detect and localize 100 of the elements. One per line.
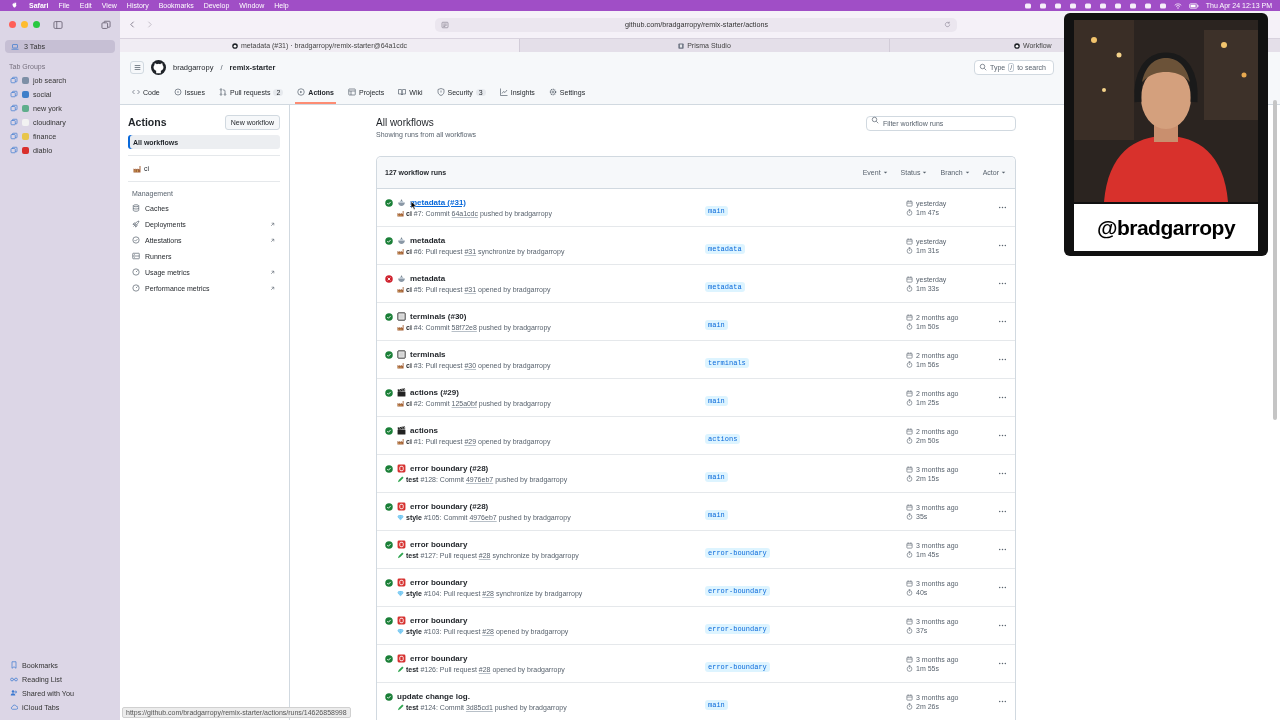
- calendar-icon: [906, 351, 913, 359]
- factory-icon: [397, 362, 404, 369]
- stopwatch-icon: [906, 664, 913, 672]
- terminal-icon: [397, 312, 406, 321]
- check-circle-icon: [132, 236, 140, 244]
- caret-icon: [1000, 169, 1007, 176]
- wifi-icon: [1173, 1, 1182, 10]
- clapperboard-icon: [397, 388, 406, 397]
- run-title-link[interactable]: error boundary: [410, 578, 468, 587]
- run-title-link[interactable]: error boundary: [410, 616, 468, 625]
- terminal-icon: [397, 350, 406, 359]
- success-icon: [385, 502, 393, 511]
- stopwatch-icon: [906, 322, 913, 330]
- gem-icon: [397, 514, 404, 521]
- run-title-link[interactable]: error boundary: [410, 654, 468, 663]
- tab-group-icon[interactable]: [10, 104, 18, 112]
- teapot-icon: [397, 198, 406, 207]
- tab-group-icon[interactable]: [10, 146, 18, 154]
- database-icon: [132, 204, 140, 212]
- factory-icon: [397, 324, 404, 331]
- stopwatch-icon: [906, 208, 913, 216]
- logo-icon[interactable]: [151, 59, 166, 75]
- factory-icon: [397, 438, 404, 445]
- page-title: All workflows: [376, 117, 435, 128]
- run-title-link[interactable]: update change log.: [397, 692, 470, 701]
- favicon-icon: [231, 42, 238, 49]
- factory-icon: [397, 286, 404, 293]
- sidebar-title: Actions: [128, 116, 167, 128]
- gauge-icon: [132, 284, 140, 292]
- factory-icon: [397, 210, 404, 217]
- factory-icon: [397, 400, 404, 407]
- pencil-icon: [397, 704, 404, 711]
- stopwatch-icon: [906, 474, 913, 482]
- success-icon: [385, 350, 393, 359]
- pencil-icon: [397, 476, 404, 483]
- back-button[interactable]: [128, 20, 137, 29]
- pencil-icon: [397, 666, 404, 673]
- tab-group-icon[interactable]: [10, 76, 18, 84]
- stopwatch-icon: [906, 284, 913, 292]
- success-icon: [385, 198, 393, 207]
- calendar-icon: [906, 237, 913, 245]
- calendar-icon: [906, 199, 913, 207]
- stopwatch-icon: [906, 702, 913, 710]
- run-title-link[interactable]: error boundary (#28): [410, 502, 489, 511]
- stopwatch-icon: [906, 398, 913, 406]
- stopwatch-icon: [906, 246, 913, 254]
- square-emoji-icon: [397, 464, 406, 473]
- run-title-link[interactable]: error boundary: [410, 540, 468, 549]
- battery-icon: [1188, 0, 1199, 11]
- book-icon: [398, 88, 407, 96]
- channel-handle: @bradgarropy: [1074, 204, 1258, 251]
- square-emoji-icon: [397, 540, 406, 549]
- square-emoji-icon: [397, 502, 406, 511]
- calendar-icon: [906, 427, 913, 435]
- people-icon: [10, 689, 18, 697]
- success-icon: [385, 616, 393, 625]
- success-icon: [385, 464, 393, 473]
- graph-icon: [499, 88, 508, 96]
- favicon-icon: [1014, 42, 1020, 49]
- tab-group-icon[interactable]: [10, 118, 18, 126]
- server-icon: [132, 252, 140, 260]
- square-emoji-icon: [397, 578, 406, 587]
- search-icon: [979, 63, 987, 71]
- factory-icon: [133, 164, 141, 173]
- success-icon: [385, 540, 393, 549]
- calendar-icon: [906, 541, 913, 549]
- run-title-link[interactable]: terminals: [410, 350, 446, 359]
- calendar-icon: [906, 275, 913, 283]
- run-title-link[interactable]: terminals (#30): [410, 312, 467, 321]
- run-title-link[interactable]: actions (#29): [410, 388, 459, 397]
- success-icon: [385, 654, 393, 663]
- pull-request-icon: [218, 88, 227, 96]
- issue-icon: [173, 88, 182, 96]
- run-title-link[interactable]: metadata: [410, 274, 446, 283]
- square-emoji-icon: [397, 616, 406, 625]
- success-icon: [385, 692, 393, 701]
- success-icon: [385, 426, 393, 435]
- cloud-icon: [10, 703, 18, 711]
- stopwatch-icon: [906, 436, 913, 444]
- menu-button[interactable]: [130, 60, 144, 74]
- logo-icon: [10, 1, 19, 10]
- run-title-link[interactable]: metadata: [410, 236, 446, 245]
- calendar-icon: [906, 655, 913, 663]
- stopwatch-icon: [906, 588, 913, 596]
- run-title-link[interactable]: error boundary (#28): [410, 464, 489, 473]
- glasses-icon: [10, 675, 18, 683]
- close-button[interactable]: [9, 21, 16, 28]
- run-title-link[interactable]: metadata (#31): [410, 198, 467, 207]
- laptop-icon: [11, 42, 19, 51]
- tab-group-icon[interactable]: [10, 132, 18, 140]
- sidebar-icon[interactable]: [53, 19, 63, 30]
- teapot-icon: [397, 274, 406, 283]
- tab-group-icon[interactable]: [10, 90, 18, 98]
- run-title-link[interactable]: actions: [410, 426, 438, 435]
- scroll-bar[interactable]: [1273, 100, 1277, 420]
- bookmark-icon: [10, 661, 18, 669]
- tab-overview-icon[interactable]: [101, 19, 111, 30]
- calendar-icon: [906, 313, 913, 321]
- favicon-icon: [678, 42, 685, 49]
- gem-icon: [397, 628, 404, 635]
